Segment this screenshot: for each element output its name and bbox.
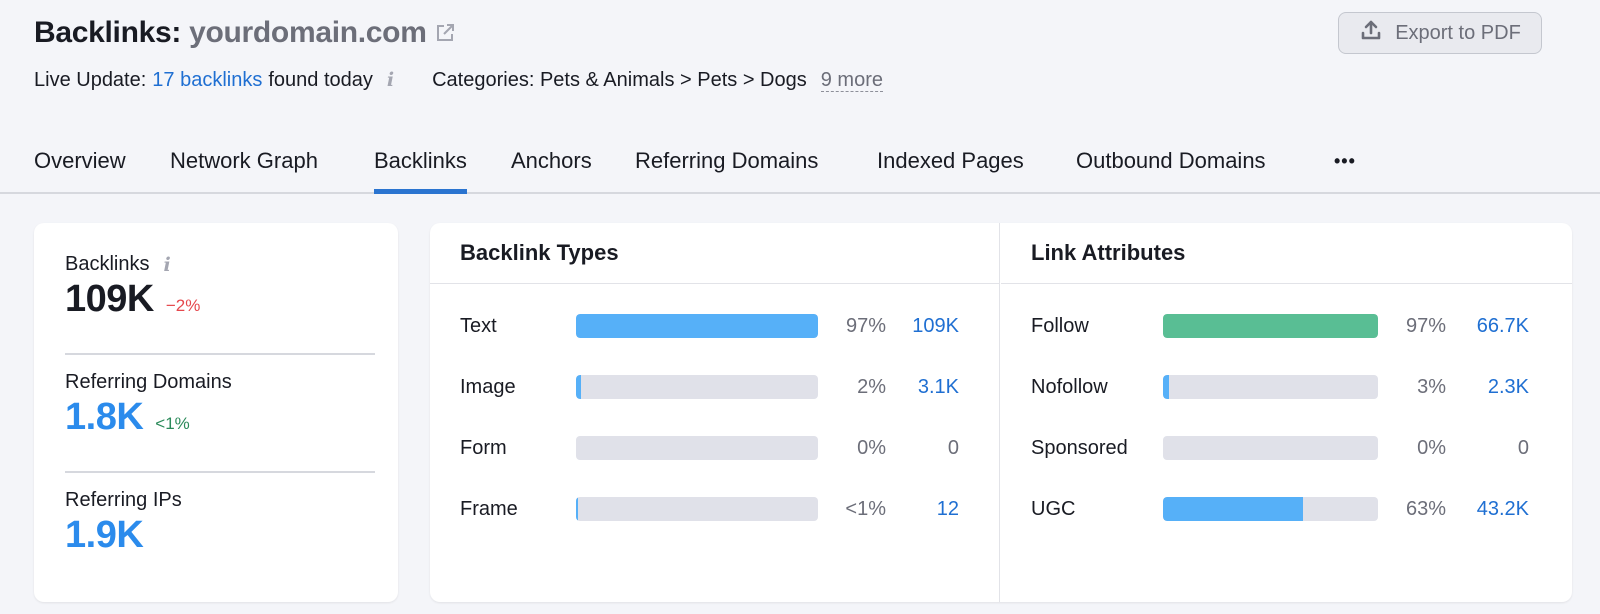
bar-fill [576, 314, 818, 338]
row-label: UGC [1031, 497, 1076, 520]
row-count[interactable]: 66.7K [1449, 315, 1529, 338]
bar-track [576, 375, 818, 399]
tab-referring-domains[interactable]: Referring Domains [635, 146, 818, 192]
divider [65, 471, 375, 473]
row-percent: 97% [845, 314, 886, 337]
link-attribute-row-sponsored: Sponsored 0% 0 [1031, 435, 1551, 461]
backlink-type-row-form: Form 0% 0 [460, 435, 980, 461]
upload-icon [1359, 18, 1383, 48]
metric-referring-ips: Referring IPs 1.9K [65, 489, 367, 557]
link-attributes-panel: Link Attributes Follow 97% 66.7K Nofollow 3%… [1001, 223, 1572, 602]
row-count[interactable]: 3.1K [879, 376, 959, 399]
row-count[interactable]: 43.2K [1449, 498, 1529, 521]
summary-card: Backlinks i 109K −2% Referring Domains 1… [34, 223, 398, 602]
backlink-type-row-text: Text 97% 109K [460, 313, 980, 339]
row-percent: 0% [857, 436, 886, 459]
metric-backlinks: Backlinks i 109K −2% [65, 253, 367, 321]
export-label: Export to PDF [1395, 21, 1521, 44]
row-count[interactable]: 12 [879, 498, 959, 521]
bar-fill [576, 497, 578, 521]
bar-fill [1163, 314, 1378, 338]
link-attribute-row-ugc: UGC 63% 43.2K [1031, 496, 1551, 522]
metric-label: Referring IPs [65, 489, 182, 511]
row-percent: 63% [1405, 497, 1446, 520]
link-attribute-row-follow: Follow 97% 66.7K [1031, 313, 1551, 339]
referring-ips-value[interactable]: 1.9K [65, 514, 144, 557]
backlink-types-panel: Backlink Types Text 97% 109K Image 2% 3.1K For… [430, 223, 1000, 602]
metric-referring-domains: Referring Domains 1.8K <1% [65, 371, 367, 439]
live-update-label: Live Update: [34, 68, 147, 91]
row-percent: <1% [845, 497, 886, 520]
report-tabs: Overview Network Graph Backlinks Anchors… [0, 140, 1600, 194]
row-percent: 97% [1405, 314, 1446, 337]
metric-label: Referring Domains [65, 371, 232, 393]
row-count[interactable]: 109K [879, 315, 959, 338]
more-tabs-button[interactable]: ••• [1334, 146, 1356, 192]
bar-track [1163, 375, 1378, 399]
row-percent: 2% [857, 375, 886, 398]
title-prefix: Backlinks: [34, 16, 182, 49]
bar-track [576, 314, 818, 338]
bar-track [1163, 436, 1378, 460]
tab-outbound-domains[interactable]: Outbound Domains [1076, 146, 1266, 192]
row-label: Form [460, 436, 507, 459]
page-header: Backlinks: yourdomain.com Live Update: 1… [34, 14, 883, 94]
bar-track [1163, 497, 1378, 521]
tab-network-graph[interactable]: Network Graph [170, 146, 318, 192]
row-count: 0 [1517, 436, 1529, 459]
backlinks-value[interactable]: 109K [65, 278, 154, 321]
info-icon[interactable]: i [163, 254, 170, 276]
bar-track [576, 497, 818, 521]
tab-overview[interactable]: Overview [34, 146, 126, 192]
backlink-type-row-image: Image 2% 3.1K [460, 374, 980, 400]
page-title: Backlinks: yourdomain.com [34, 14, 883, 52]
distribution-card: Backlink Types Text 97% 109K Image 2% 3.1K For… [430, 223, 1572, 602]
domain-name[interactable]: yourdomain.com [189, 16, 427, 50]
row-percent: 3% [1417, 375, 1446, 398]
row-label: Frame [460, 497, 518, 520]
bar-fill [1163, 497, 1303, 521]
new-backlinks-link[interactable]: 17 backlinks [152, 69, 262, 92]
tab-indexed-pages[interactable]: Indexed Pages [877, 146, 1024, 192]
categories-text: Categories: Pets & Animals > Pets > Dogs [432, 68, 807, 91]
panel-title: Link Attributes [1031, 240, 1186, 265]
more-categories-link[interactable]: 9 more [820, 69, 883, 92]
row-count[interactable]: 2.3K [1449, 376, 1529, 399]
divider [65, 353, 375, 355]
export-to-pdf-button[interactable]: Export to PDF [1338, 12, 1542, 54]
row-percent: 0% [1417, 436, 1446, 459]
bar-fill [576, 375, 581, 399]
bar-track [576, 436, 818, 460]
referring-domains-value[interactable]: 1.8K [65, 396, 144, 439]
link-attribute-row-nofollow: Nofollow 3% 2.3K [1031, 374, 1551, 400]
panel-title: Backlink Types [460, 240, 619, 265]
info-icon[interactable]: i [387, 69, 394, 91]
bar-track [1163, 314, 1378, 338]
row-label: Sponsored [1031, 436, 1128, 459]
tab-backlinks[interactable]: Backlinks [374, 146, 467, 194]
metric-label: Backlinks [65, 253, 150, 275]
live-update-suffix: found today [268, 68, 373, 91]
live-update-row: Live Update: 17 backlinks found today i … [34, 66, 883, 94]
row-label: Nofollow [1031, 375, 1108, 398]
referring-domains-delta: <1% [155, 414, 190, 433]
external-link-icon[interactable] [435, 22, 457, 44]
row-count: 0 [947, 436, 959, 459]
row-label: Image [460, 375, 516, 398]
tab-anchors[interactable]: Anchors [511, 146, 592, 192]
row-label: Follow [1031, 314, 1089, 337]
row-label: Text [460, 314, 497, 337]
bar-fill [1163, 375, 1170, 399]
backlinks-delta: −2% [165, 296, 201, 315]
backlink-type-row-frame: Frame <1% 12 [460, 496, 980, 522]
